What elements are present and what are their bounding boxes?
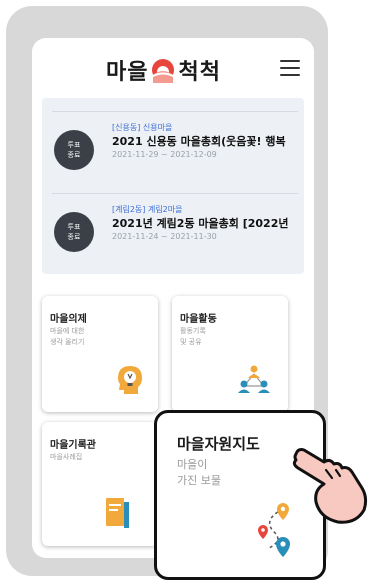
card-desc-line2: 생각 올리기 bbox=[50, 338, 85, 346]
vote-status-badge: 투표 종료 bbox=[54, 130, 94, 170]
card-desc-line2: 가진 보물 bbox=[177, 474, 221, 487]
people-network-icon bbox=[236, 364, 272, 400]
vote-notice-list: 투표 종료 [신용동] 신용마을 2021 신용동 마을총회(웃음꽃! 행복 2… bbox=[42, 98, 304, 274]
card-description: 마을사례집 bbox=[50, 452, 82, 463]
card-desc-line1: 마을사례집 bbox=[50, 453, 83, 461]
logo-text-right: 척척 bbox=[178, 60, 221, 85]
app-logo[interactable]: 마을 척척 bbox=[106, 56, 221, 85]
card-desc-line1: 마을에 대한 bbox=[50, 327, 85, 335]
card-description: 마을에 대한 생각 올리기 bbox=[50, 326, 84, 348]
hamburger-menu-icon[interactable] bbox=[280, 60, 300, 76]
badge-line1: 투표 bbox=[67, 141, 81, 149]
card-village-archive[interactable]: 마을기록관 마을사례집 bbox=[42, 422, 158, 546]
card-desc-line1: 활동기록 bbox=[180, 327, 206, 335]
notice-title[interactable]: 2021년 계림2동 마을총회 [2022년 bbox=[112, 215, 298, 231]
card-description: 활동기록 및 공유 bbox=[180, 326, 206, 348]
logo-text-left: 마을 bbox=[106, 60, 149, 85]
card-title: 마을의제 bbox=[50, 314, 87, 325]
card-village-agenda[interactable]: 마을의제 마을에 대한 생각 올리기 bbox=[42, 296, 158, 412]
vote-status-badge: 투표 종료 bbox=[54, 212, 94, 252]
notice-category: [신용동] 신용마을 bbox=[112, 123, 173, 132]
list-divider bbox=[52, 111, 298, 112]
notice-date: 2021-11-29 ~ 2021-12-09 bbox=[112, 150, 217, 159]
notice-category: [계림2동] 계림2마을 bbox=[112, 205, 183, 214]
badge-line1: 투표 bbox=[67, 223, 81, 231]
card-village-activity[interactable]: 마을활동 활동기록 및 공유 bbox=[172, 296, 288, 412]
sunrise-logo-icon bbox=[150, 57, 176, 83]
app-header: 마을 척척 bbox=[32, 38, 314, 98]
badge-line2: 종료 bbox=[67, 151, 81, 159]
card-desc-line2: 및 공유 bbox=[180, 338, 202, 346]
card-title: 마을자원지도 bbox=[177, 435, 260, 453]
card-description: 마을이 가진 보물 bbox=[177, 457, 221, 489]
list-item[interactable]: 투표 종료 [계림2동] 계림2마을 2021년 계림2동 마을총회 [2022… bbox=[42, 204, 304, 264]
badge-line2: 종료 bbox=[67, 233, 81, 241]
card-title: 마을기록관 bbox=[50, 440, 96, 451]
list-divider bbox=[52, 193, 298, 194]
card-desc-line1: 마을이 bbox=[177, 458, 208, 471]
notice-title[interactable]: 2021 신용동 마을총회(웃음꽃! 행복 bbox=[112, 133, 298, 149]
pointing-hand-icon bbox=[290, 440, 370, 534]
book-icon bbox=[102, 496, 134, 534]
lightbulb-head-icon bbox=[112, 362, 146, 400]
list-item[interactable]: 투표 종료 [신용동] 신용마을 2021 신용동 마을총회(웃음꽃! 행복 2… bbox=[42, 122, 304, 182]
notice-date: 2021-11-24 ~ 2021-11-30 bbox=[112, 232, 217, 241]
card-title: 마을활동 bbox=[180, 314, 217, 325]
